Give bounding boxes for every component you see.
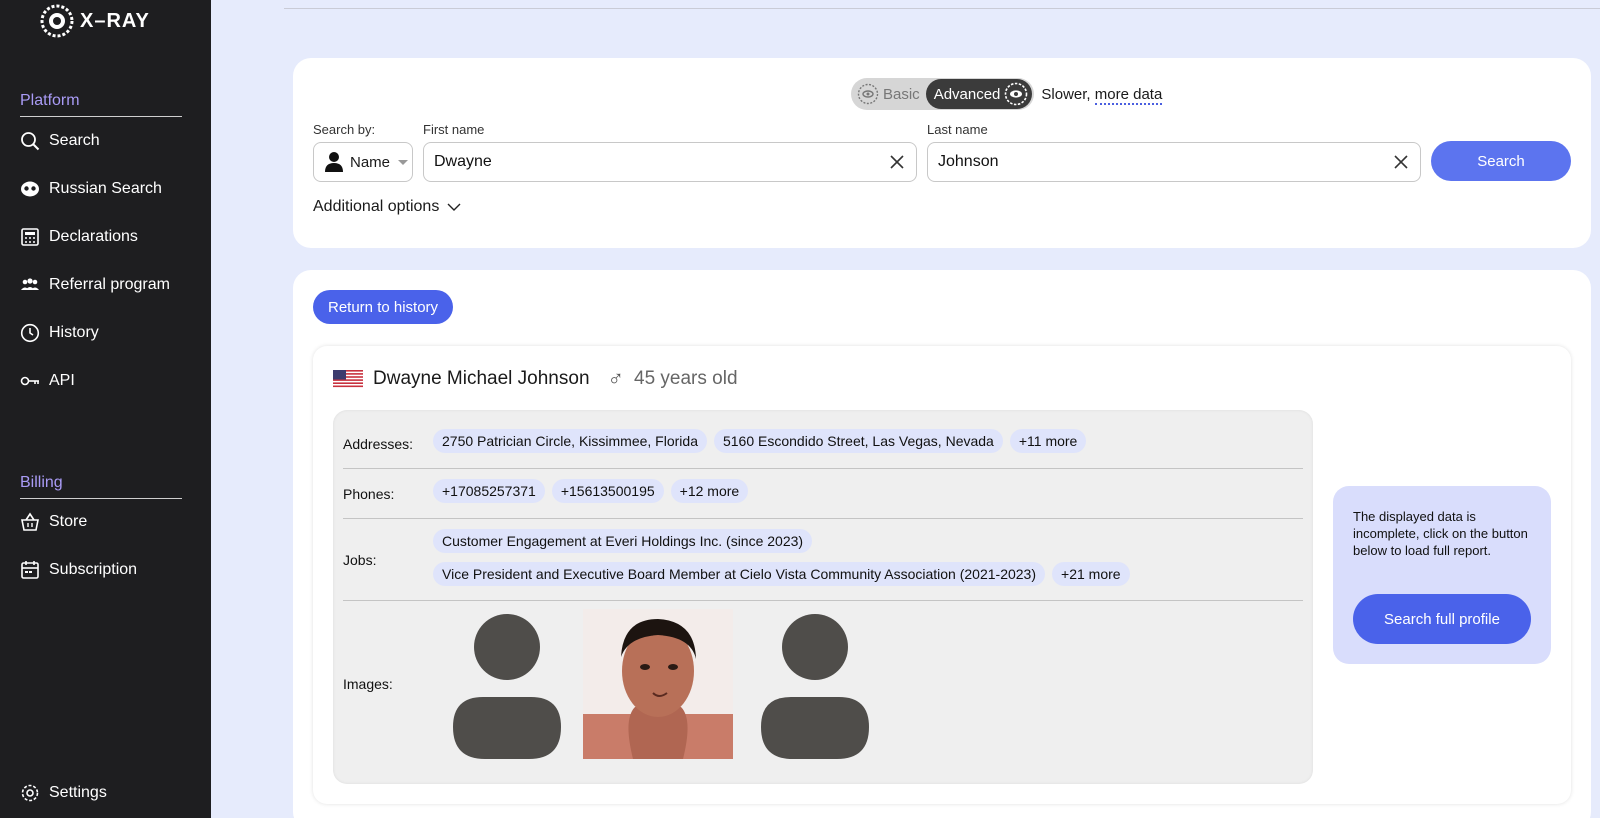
calculator-icon xyxy=(21,228,39,246)
addresses-label: Addresses: xyxy=(343,436,414,452)
jobs-label: Jobs: xyxy=(343,552,377,568)
sidebar-item-api[interactable]: API xyxy=(20,371,75,391)
phones-chips: +17085257371 +15613500195 +12 more xyxy=(433,479,749,503)
phones-more-chip[interactable]: +12 more xyxy=(670,479,749,503)
search-by-select[interactable]: Name xyxy=(313,142,413,182)
mode-basic-option[interactable]: Basic xyxy=(853,83,926,105)
addresses-more-chip[interactable]: +11 more xyxy=(1009,429,1087,453)
notice-text: The displayed data is incomplete, click … xyxy=(1353,509,1528,558)
profile-placeholder-image[interactable] xyxy=(761,613,869,759)
search-by-value: Name xyxy=(350,153,391,171)
sidebar-item-label: Search xyxy=(49,132,100,149)
person-icon xyxy=(325,152,343,172)
profile-placeholder-image[interactable] xyxy=(453,613,561,759)
last-name-label: Last name xyxy=(927,122,988,137)
search-by-label: Search by: xyxy=(313,122,376,137)
jobs-row: Jobs: Customer Engagement at Everi Holdi… xyxy=(343,519,1303,601)
job-chip[interactable]: Vice President and Executive Board Membe… xyxy=(433,562,1046,586)
address-chip[interactable]: 2750 Patrician Circle, Kissimmee, Florid… xyxy=(433,429,707,453)
male-icon: ♂ xyxy=(607,366,625,391)
xray-logo-icon xyxy=(40,4,74,38)
us-flag-icon xyxy=(333,370,363,388)
sidebar-item-store[interactable]: Store xyxy=(20,512,87,532)
search-icon xyxy=(21,132,40,151)
sidebar-item-label: Declarations xyxy=(49,228,138,245)
last-name-field[interactable] xyxy=(927,142,1421,182)
first-name-input[interactable] xyxy=(434,153,888,171)
calendar-icon xyxy=(21,561,39,579)
more-data-link[interactable]: more data xyxy=(1094,85,1163,105)
advanced-mode-icon xyxy=(1005,82,1028,106)
jobs-chips-line-2: Vice President and Executive Board Membe… xyxy=(433,562,1130,586)
sidebar-item-russian-search[interactable]: Russian Search xyxy=(20,179,162,199)
address-chip[interactable]: 5160 Escondido Street, Las Vegas, Nevada xyxy=(713,429,1003,453)
search-button[interactable]: Search xyxy=(1431,141,1571,181)
additional-options-toggle[interactable]: Additional options xyxy=(313,198,461,216)
job-chip[interactable]: Customer Engagement at Everi Holdings In… xyxy=(433,529,813,553)
profile-header: Dwayne Michael Johnson ♂ 45 years old xyxy=(333,366,738,392)
results-panel: Return to history Dwayne Michael Johnson… xyxy=(293,270,1591,818)
sidebar-item-label: Russian Search xyxy=(49,180,162,197)
phone-chip[interactable]: +17085257371 xyxy=(433,479,545,503)
mode-basic-label: Basic xyxy=(883,85,920,103)
profile-age: 45 years old xyxy=(634,368,738,389)
clock-icon xyxy=(20,323,40,343)
basic-mode-icon xyxy=(857,83,879,105)
jobs-chips-line-1: Customer Engagement at Everi Holdings In… xyxy=(433,529,813,553)
chevron-down-icon xyxy=(398,159,409,165)
first-name-field[interactable] xyxy=(423,142,917,182)
sidebar-item-referral-program[interactable]: Referral program xyxy=(20,275,170,295)
images-label: Images: xyxy=(343,676,393,692)
images-row: Images: xyxy=(343,601,1303,781)
sidebar: X–RAY Platform Search Russian Search Dec… xyxy=(0,0,211,818)
last-name-input[interactable] xyxy=(938,153,1392,171)
addresses-chips: 2750 Patrician Circle, Kissimmee, Florid… xyxy=(433,429,1087,453)
sidebar-item-declarations[interactable]: Declarations xyxy=(20,227,138,247)
phones-label: Phones: xyxy=(343,486,395,502)
sidebar-item-label: Settings xyxy=(49,784,107,801)
mode-advanced-label: Advanced xyxy=(933,85,1001,103)
profile-info-box: Addresses: 2750 Patrician Circle, Kissim… xyxy=(333,410,1313,784)
profile-name: Dwayne Michael Johnson xyxy=(373,368,590,389)
sidebar-item-label: Subscription xyxy=(49,561,138,578)
billing-section-title: Billing xyxy=(20,474,182,499)
sidebar-item-settings[interactable]: Settings xyxy=(20,783,107,803)
profile-photo[interactable] xyxy=(583,609,733,759)
mask-icon xyxy=(21,181,39,197)
sidebar-item-label: Referral program xyxy=(49,276,170,293)
incomplete-data-notice: The displayed data is incomplete, click … xyxy=(1333,486,1551,664)
addresses-row: Addresses: 2750 Patrician Circle, Kissim… xyxy=(343,410,1303,469)
search-panel: Basic Advanced Slower, more data Search … xyxy=(293,58,1591,248)
profile-card: Dwayne Michael Johnson ♂ 45 years old Ad… xyxy=(313,346,1571,804)
sidebar-item-history[interactable]: History xyxy=(20,323,99,343)
mode-toggle-track[interactable]: Basic Advanced xyxy=(851,78,1035,110)
sidebar-item-label: History xyxy=(49,324,99,341)
basket-icon xyxy=(21,512,39,531)
additional-options-label: Additional options xyxy=(313,198,440,215)
key-icon xyxy=(20,376,39,386)
search-mode-toggle: Basic Advanced Slower, more data xyxy=(851,78,1163,110)
first-name-label: First name xyxy=(423,122,485,137)
sidebar-item-label: Store xyxy=(49,513,88,530)
sidebar-item-subscription[interactable]: Subscription xyxy=(20,560,137,580)
mode-note-prefix: Slower, xyxy=(1041,85,1095,103)
mode-note: Slower, more data xyxy=(1041,85,1163,105)
logo[interactable]: X–RAY xyxy=(40,4,150,38)
gear-icon xyxy=(21,784,39,802)
sidebar-item-label: API xyxy=(49,372,75,389)
top-divider xyxy=(284,8,1600,9)
mode-advanced-option[interactable]: Advanced xyxy=(925,79,1033,109)
chevron-down-icon xyxy=(447,203,461,211)
phone-chip[interactable]: +15613500195 xyxy=(551,479,664,503)
sidebar-item-search[interactable]: Search xyxy=(20,131,100,151)
return-to-history-button[interactable]: Return to history xyxy=(313,290,454,324)
platform-section-title: Platform xyxy=(20,92,182,117)
users-icon xyxy=(21,278,39,290)
clear-first-name-icon[interactable] xyxy=(888,153,906,171)
clear-last-name-icon[interactable] xyxy=(1392,153,1410,171)
logo-text: X–RAY xyxy=(80,9,150,32)
jobs-more-chip[interactable]: +21 more xyxy=(1052,562,1130,586)
phones-row: Phones: +17085257371 +15613500195 +12 mo… xyxy=(343,469,1303,519)
search-full-profile-button[interactable]: Search full profile xyxy=(1353,594,1531,644)
